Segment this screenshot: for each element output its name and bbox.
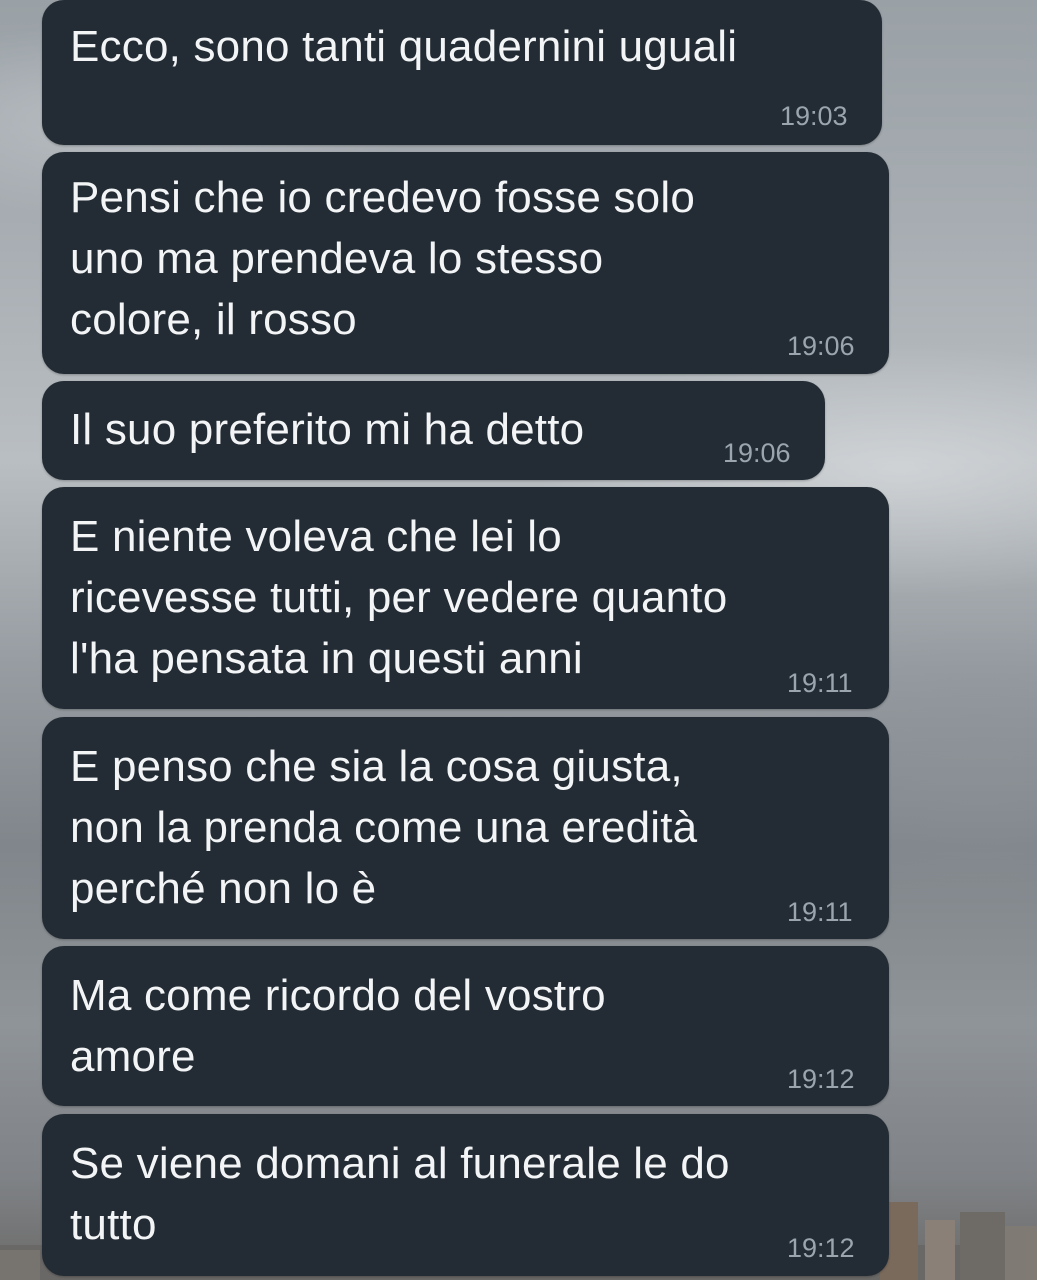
- message-timestamp: 19:11: [787, 897, 853, 927]
- message-timestamp: 19:06: [787, 331, 855, 361]
- message-text: Ecco, sono tanti quadernini uguali: [70, 22, 738, 71]
- message-timestamp: 19:12: [787, 1064, 855, 1094]
- message-timestamp: 19:06: [723, 438, 791, 468]
- message-bubble[interactable]: Ecco, sono tanti quadernini uguali 19:03: [42, 0, 882, 145]
- message-bubble[interactable]: E penso che sia la cosa giusta, non la p…: [42, 717, 889, 939]
- message-timestamp: 19:11: [787, 668, 853, 698]
- message-bubble[interactable]: Ma come ricordo del vostro amore 19:12: [42, 946, 889, 1106]
- message-bubble[interactable]: E niente voleva che lei lo ricevesse tut…: [42, 487, 889, 709]
- message-bubble[interactable]: Il suo preferito mi ha detto 19:06: [42, 381, 825, 480]
- message-text: E niente voleva che lei lo ricevesse tut…: [70, 512, 728, 683]
- message-text: Il suo preferito mi ha detto: [70, 405, 585, 454]
- message-bubble[interactable]: Pensi che io credevo fosse solo uno ma p…: [42, 152, 889, 374]
- message-bubble[interactable]: Se viene domani al funerale le do tutto …: [42, 1114, 889, 1276]
- message-timestamp: 19:03: [780, 101, 848, 131]
- message-text: Pensi che io credevo fosse solo uno ma p…: [70, 173, 695, 344]
- message-text: E penso che sia la cosa giusta, non la p…: [70, 742, 698, 913]
- message-timestamp: 19:12: [787, 1233, 855, 1263]
- message-text: Se viene domani al funerale le do tutto: [70, 1139, 730, 1249]
- message-text: Ma come ricordo del vostro amore: [70, 971, 606, 1081]
